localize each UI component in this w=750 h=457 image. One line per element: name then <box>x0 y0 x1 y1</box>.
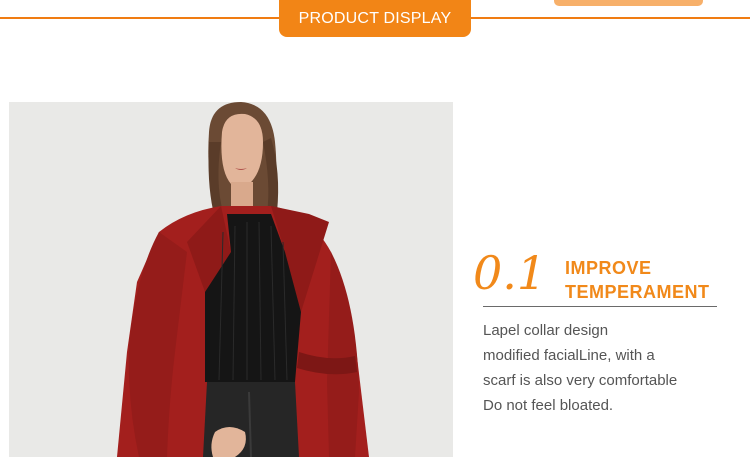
header-line-right <box>469 17 750 19</box>
feature-heading: IMPROVE TEMPERAMENT <box>565 256 735 304</box>
section-title-text: PRODUCT DISPLAY <box>298 9 452 27</box>
header-line-left <box>0 17 282 19</box>
top-right-tab[interactable] <box>554 0 703 6</box>
feature-number: 0.1 <box>473 246 547 300</box>
description-line: Do not feel bloated. <box>483 397 614 414</box>
feature-heading-line2: TEMPERAMENT <box>565 282 710 302</box>
section-title: PRODUCT DISPLAY <box>279 0 471 37</box>
feature-divider <box>483 306 717 307</box>
description-line: scarf is also very comfortable <box>483 372 678 389</box>
product-photo <box>9 102 453 457</box>
feature-heading-line1: IMPROVE <box>565 258 652 278</box>
feature-description: Lapel collar design modified facialLine,… <box>483 318 743 418</box>
description-line: modified facialLine, with a <box>483 347 655 364</box>
description-line: Lapel collar design <box>483 322 609 339</box>
woman-in-red-coat-photo <box>9 102 453 457</box>
